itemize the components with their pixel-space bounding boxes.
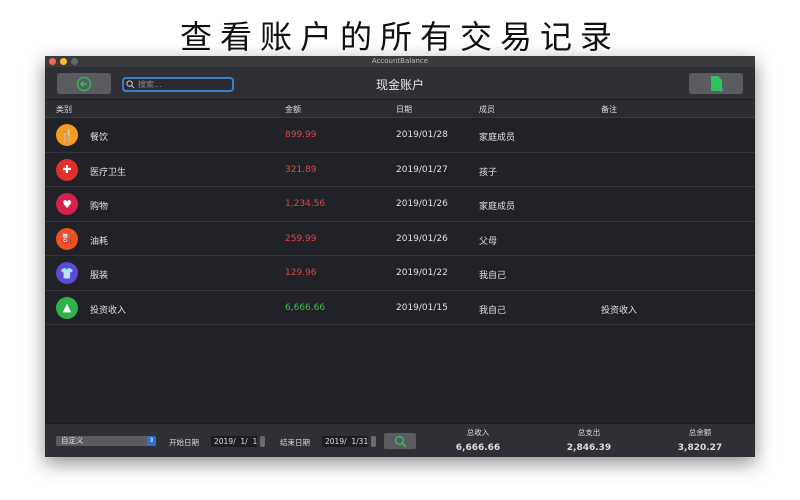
start-date-field[interactable]: 2019/ 1/ 1: [211, 436, 257, 447]
end-date-label: 结束日期: [280, 438, 310, 447]
total-expense: 总支出 2,846.39: [534, 427, 644, 453]
amount-cell: 129.96: [285, 268, 317, 278]
table-row[interactable]: ✚ 医疗卫生 321.89 2019/01/27 孩子: [45, 152, 755, 187]
window-title: AccountBalance: [371, 57, 429, 65]
app-window: AccountBalance 搜索... 现金账户 类别 金额 日期 成员 备注…: [45, 56, 755, 457]
amount-cell: 1,234.56: [285, 199, 326, 209]
fuel-pump-icon: ⛽: [56, 227, 78, 250]
total-income-label: 总收入: [466, 428, 490, 437]
start-date-label: 开始日期: [169, 438, 199, 447]
search-icon: [394, 435, 406, 447]
total-income: 总收入 6,666.66: [423, 427, 533, 453]
csv-file-icon: [711, 75, 724, 92]
close-button[interactable]: [49, 58, 56, 65]
fork-knife-icon: 🍴: [56, 124, 78, 146]
total-income-value: 6,666.66: [455, 443, 501, 453]
total-expense-value: 2,846.39: [566, 443, 612, 453]
note-cell: 投资收入: [601, 305, 638, 316]
export-csv-button[interactable]: [689, 73, 743, 94]
transaction-list: 🍴 餐饮 899.99 2019/01/28 家庭成员 ✚ 医疗卫生 321.8…: [45, 118, 755, 325]
end-date-field[interactable]: 2019/ 1/31: [322, 436, 368, 447]
table-row[interactable]: 🍴 餐饮 899.99 2019/01/28 家庭成员: [45, 118, 755, 153]
table-row[interactable]: ♥ 购物 1,234.56 2019/01/26 家庭成员: [45, 187, 755, 222]
member-cell: 我自己: [479, 305, 507, 316]
member-cell: 我自己: [479, 271, 507, 281]
period-select[interactable]: 自定义 ⇕: [56, 436, 156, 446]
category-cell: 服装: [90, 271, 109, 281]
zoom-button[interactable]: [71, 58, 78, 65]
title-bar: AccountBalance: [45, 56, 755, 67]
col-amount[interactable]: 金额: [285, 104, 301, 115]
footer: 自定义 ⇕ 开始日期 2019/ 1/ 1 结束日期 2019/ 1/31 总收入…: [45, 423, 755, 457]
total-balance-value: 3,820.27: [677, 443, 723, 453]
tshirt-icon: 👕: [56, 262, 78, 284]
col-member[interactable]: 成员: [479, 104, 495, 115]
headline: 查看账户的所有交易记录: [179, 18, 620, 56]
amount-cell: 6,666.66: [285, 302, 326, 313]
category-cell: 购物: [90, 202, 109, 212]
total-balance-label: 总余额: [688, 428, 712, 437]
total-expense-label: 总支出: [577, 428, 601, 437]
table-row[interactable]: ▲ 投资收入 6,666.66 2019/01/15 我自己 投资收入: [45, 290, 755, 325]
date-cell: 2019/01/26: [396, 199, 448, 209]
category-cell: 投资收入: [90, 305, 127, 316]
category-cell: 油耗: [90, 236, 109, 247]
category-cell: 医疗卫生: [90, 167, 127, 178]
col-date[interactable]: 日期: [396, 104, 412, 115]
period-value: 自定义: [61, 436, 84, 445]
total-balance: 总余额 3,820.27: [645, 427, 755, 453]
member-cell: 家庭成员: [479, 202, 516, 212]
search-button[interactable]: [384, 433, 416, 449]
date-cell: 2019/01/26: [396, 233, 448, 244]
chart-up-icon: ▲: [56, 296, 78, 319]
col-category[interactable]: 类别: [56, 104, 72, 115]
end-date-stepper[interactable]: [371, 436, 376, 447]
member-cell: 父母: [479, 236, 498, 247]
toolbar: 搜索... 现金账户: [45, 67, 755, 100]
member-cell: 家庭成员: [479, 133, 516, 143]
date-cell: 2019/01/15: [396, 302, 448, 313]
member-cell: 孩子: [479, 167, 498, 178]
shopping-bag-icon: ♥: [56, 193, 78, 215]
date-cell: 2019/01/22: [396, 268, 448, 278]
col-note[interactable]: 备注: [601, 104, 617, 115]
amount-cell: 321.89: [285, 164, 317, 175]
amount-cell: 259.99: [285, 233, 317, 244]
table-row[interactable]: 👕 服装 129.96 2019/01/22 我自己: [45, 256, 755, 291]
date-cell: 2019/01/27: [396, 164, 448, 175]
category-cell: 餐饮: [90, 133, 109, 143]
first-aid-icon: ✚: [56, 158, 78, 181]
updown-icon: ⇕: [147, 436, 156, 446]
table-row[interactable]: ⛽ 油耗 259.99 2019/01/26 父母: [45, 221, 755, 256]
start-date-stepper[interactable]: [260, 436, 265, 447]
account-title: 现金账户: [375, 78, 424, 92]
date-cell: 2019/01/28: [396, 130, 448, 140]
minimize-button[interactable]: [60, 58, 67, 65]
amount-cell: 899.99: [285, 130, 317, 140]
table-header: 类别 金额 日期 成员 备注: [45, 100, 755, 118]
